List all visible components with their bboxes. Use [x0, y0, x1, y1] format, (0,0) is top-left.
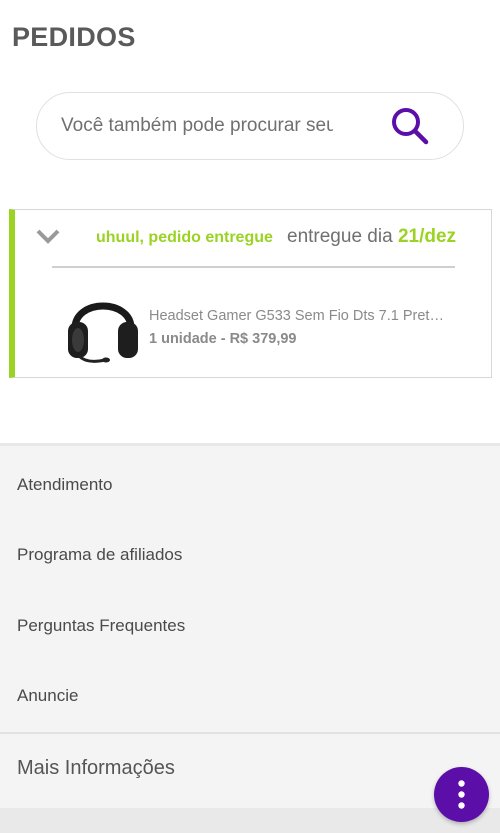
delivery-date: 21/dez [397, 226, 457, 247]
footer-link-atendimento[interactable]: Atendimento [17, 475, 112, 495]
footer-divider [0, 732, 500, 734]
order-card[interactable]: uhuul, pedido entregue entregue dia 21/d… [9, 209, 492, 378]
product-image[interactable] [65, 284, 141, 366]
delivery-label: entregue dia [287, 226, 393, 247]
card-divider [52, 266, 455, 268]
order-status: uhuul, pedido entregue [96, 229, 273, 246]
search-bar[interactable] [36, 92, 464, 160]
footer-link-afiliados[interactable]: Programa de afiliados [17, 545, 182, 565]
more-options-button[interactable] [434, 767, 489, 822]
search-icon[interactable] [389, 105, 431, 147]
chevron-down-icon[interactable] [35, 227, 61, 245]
product-name[interactable]: Headset Gamer G533 Sem Fio Dts 7.1 Preto… [149, 308, 449, 324]
footer: Atendimento Programa de afiliados Pergun… [0, 443, 500, 833]
footer-link-anuncie[interactable]: Anuncie [17, 686, 78, 706]
product-quantity-price: 1 unidade - R$ 379,99 [149, 331, 297, 347]
footer-bottom-bar [0, 808, 500, 833]
more-vertical-icon [458, 780, 465, 809]
order-delivery-info: entregue dia 21/dez [287, 226, 456, 248]
more-info-link[interactable]: Mais Informações [17, 757, 175, 780]
page-title: PEDIDOS [12, 22, 136, 52]
search-input[interactable] [61, 111, 333, 141]
footer-link-faq[interactable]: Perguntas Frequentes [17, 616, 185, 636]
